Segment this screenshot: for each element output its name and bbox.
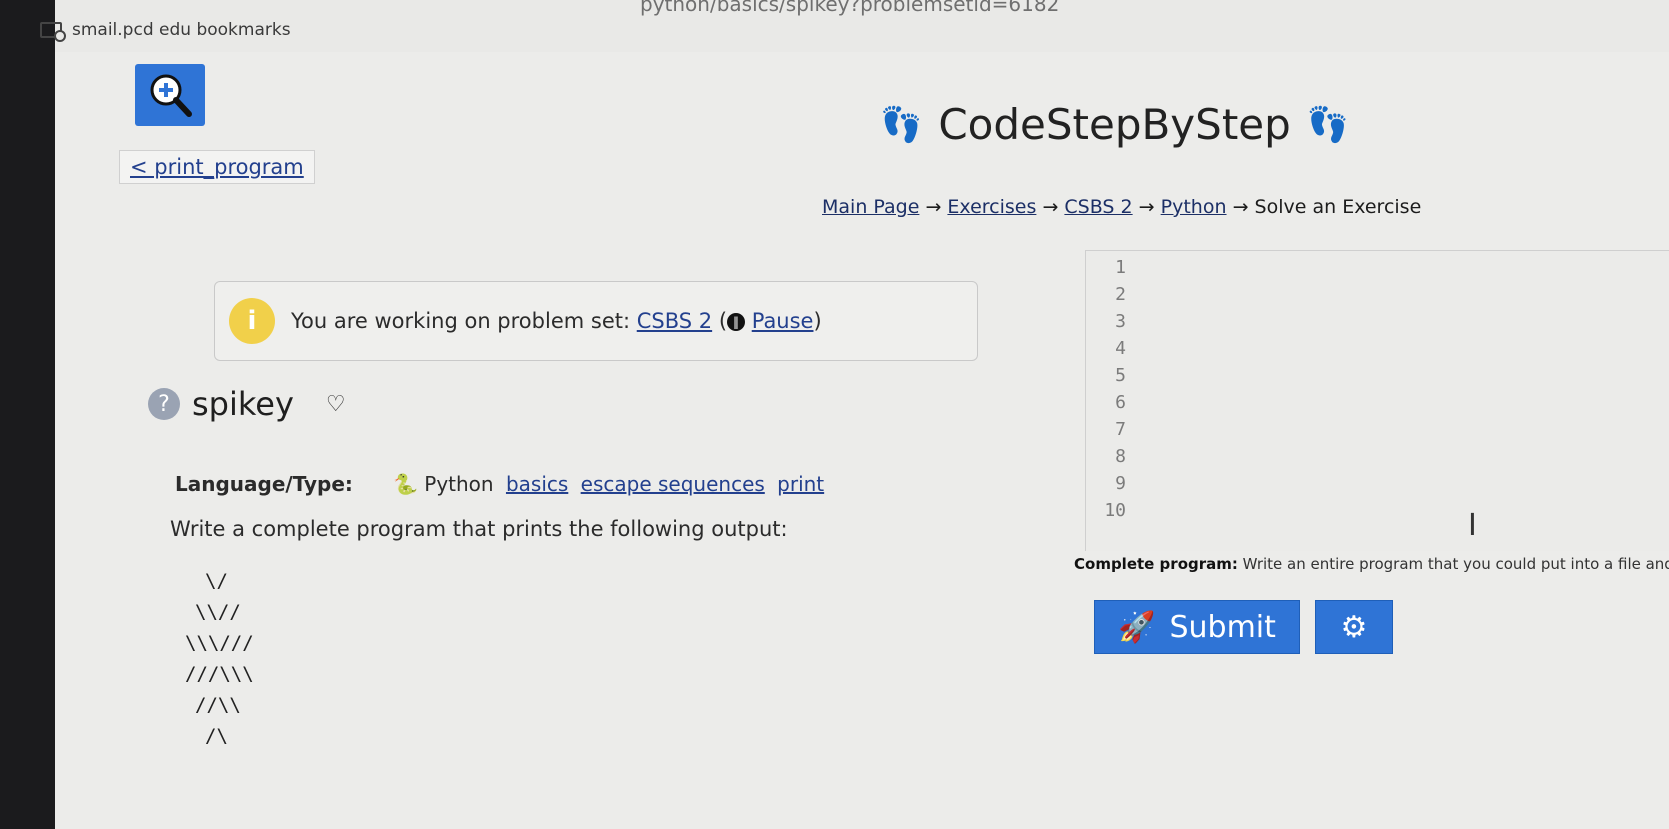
- breadcrumb-python[interactable]: Python: [1161, 196, 1227, 218]
- complete-program-label: Complete program:: [1074, 555, 1238, 573]
- favorite-heart-icon[interactable]: ♡: [326, 392, 346, 417]
- problem-name: spikey: [192, 385, 294, 423]
- paren-open: (: [718, 309, 728, 333]
- code-editor[interactable]: 1 2 3 4 5 6 7 8 9 10: [1085, 250, 1669, 551]
- info-icon: i: [229, 298, 275, 344]
- complete-program-text: Write an entire program that you could p…: [1237, 555, 1669, 573]
- zoom-in-button[interactable]: [135, 64, 205, 126]
- breadcrumb-separator: →: [1232, 196, 1249, 218]
- language-tags: 🐍 Python basics escape sequences print: [393, 472, 824, 496]
- editor-footer-note: Complete program: Write an entire progra…: [1074, 555, 1669, 573]
- notice-text: You are working on problem set: CSBS 2 (…: [291, 309, 822, 333]
- breadcrumb-main-page[interactable]: Main Page: [822, 196, 919, 218]
- line-number: 7: [1115, 419, 1126, 440]
- rocket-icon: 🚀: [1118, 609, 1156, 645]
- help-icon[interactable]: ?: [148, 388, 180, 420]
- settings-button[interactable]: ⚙: [1315, 600, 1393, 654]
- output-line: \\\///: [185, 632, 254, 654]
- language-type-row: Language/Type: 🐍 Python basics escape se…: [175, 472, 824, 496]
- line-number: 6: [1115, 392, 1126, 413]
- pause-link[interactable]: Pause: [752, 309, 814, 333]
- paren-close: ): [813, 309, 822, 333]
- line-number: 4: [1115, 338, 1126, 359]
- folder-icon: [40, 22, 66, 42]
- breadcrumb-separator: →: [925, 196, 942, 218]
- problem-set-notice: i You are working on problem set: CSBS 2…: [214, 281, 978, 361]
- tag-escape-sequences[interactable]: escape sequences: [581, 472, 765, 496]
- breadcrumb-separator: →: [1042, 196, 1059, 218]
- output-line: /\: [205, 725, 228, 747]
- breadcrumb-csbs2[interactable]: CSBS 2: [1064, 196, 1132, 218]
- line-number-gutter: 1 2 3 4 5 6 7 8 9 10: [1086, 257, 1126, 527]
- line-number: 8: [1115, 446, 1126, 467]
- submit-label: Submit: [1169, 609, 1276, 645]
- breadcrumb: Main Page → Exercises → CSBS 2 → Python …: [822, 196, 1421, 218]
- site-title[interactable]: CodeStepByStep: [938, 100, 1290, 149]
- submit-button[interactable]: 🚀 Submit: [1094, 600, 1300, 654]
- line-number: 10: [1104, 500, 1126, 521]
- python-logo-icon: 🐍: [393, 472, 418, 496]
- output-line: //\\: [195, 694, 241, 716]
- output-line: \/: [205, 570, 228, 592]
- notice-prefix: You are working on problem set:: [291, 309, 637, 333]
- output-line: \\//: [195, 601, 241, 623]
- breadcrumb-separator: →: [1138, 196, 1155, 218]
- line-number: 9: [1115, 473, 1126, 494]
- footprints-icon: 👣: [880, 104, 923, 145]
- gear-icon: ⚙: [1340, 609, 1368, 645]
- pause-icon[interactable]: ‖: [727, 313, 746, 331]
- back-link-print-program[interactable]: < print_program: [119, 150, 315, 184]
- breadcrumb-current: Solve an Exercise: [1254, 196, 1422, 218]
- line-number: 2: [1115, 284, 1126, 305]
- address-bar-url[interactable]: python/basics/spikey?problemsetid=6182: [640, 0, 1059, 16]
- output-line: ///\\\: [185, 663, 254, 685]
- problem-title: ? spikey ♡: [148, 385, 346, 423]
- expected-output: \/ \\// \\\/// ///\\\ //\\ /\: [185, 570, 254, 756]
- tag-print[interactable]: print: [777, 472, 824, 496]
- problem-prompt: Write a complete program that prints the…: [170, 517, 788, 541]
- line-number: 5: [1115, 365, 1126, 386]
- monitor-bezel: [0, 0, 55, 829]
- problem-set-link[interactable]: CSBS 2: [637, 309, 712, 333]
- text-cursor-icon: I: [1468, 508, 1477, 543]
- bookmarks-bar[interactable]: smail.pcd edu bookmarks: [40, 20, 291, 42]
- language-name: Python: [424, 472, 494, 496]
- bookmarks-label[interactable]: smail.pcd edu bookmarks: [72, 20, 291, 40]
- line-number: 3: [1115, 311, 1126, 332]
- site-header[interactable]: 👣 CodeStepByStep 👣: [880, 100, 1349, 149]
- breadcrumb-exercises[interactable]: Exercises: [947, 196, 1036, 218]
- language-type-label: Language/Type:: [175, 472, 353, 496]
- line-number: 1: [1115, 257, 1126, 278]
- tag-basics[interactable]: basics: [506, 472, 568, 496]
- footprints-icon: 👣: [1306, 104, 1350, 145]
- magnifier-plus-icon: [150, 74, 192, 117]
